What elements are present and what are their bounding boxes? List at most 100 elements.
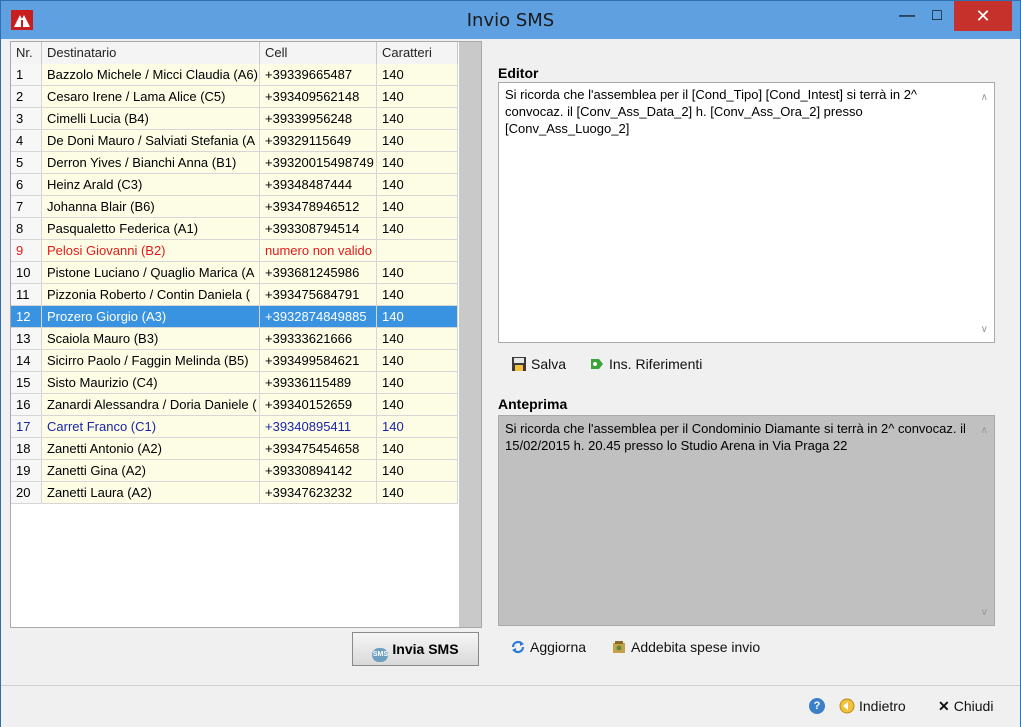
indietro-button[interactable]: Indietro [839,695,906,717]
window-close-button[interactable]: ✕ [954,1,1012,31]
dialog-content: Nr. Destinatario Cell Caratteri 1 Bazzolo… [1,39,1020,726]
table-row[interactable]: 7 Johanna Blair (B6) +393478946512 140 [11,196,458,218]
row-nr: 1 [11,64,42,86]
row-cell: +39340895411 [260,416,377,438]
row-nr: 15 [11,372,42,394]
row-nr: 17 [11,416,42,438]
table-row[interactable]: 11 Pizzonia Roberto / Contin Daniela (+39… [11,284,458,306]
title-bar: Invio SMS — □ ✕ [1,1,1020,39]
row-caratteri: 140 [377,174,458,196]
editor-label: Editor [498,65,539,81]
table-row[interactable]: 12 Prozero Giorgio (A3) +3932874849885 140 [11,306,458,328]
grid-header: Nr. Destinatario Cell Caratteri [11,42,458,65]
row-destinatario: Zanetti Laura (A2) [42,482,260,504]
maximize-button[interactable]: □ [915,1,959,31]
row-destinatario: Derron Yives / Bianchi Anna (B1) [42,152,260,174]
table-row[interactable]: 15 Sisto Maurizio (C4) +39336115489 140 [11,372,458,394]
preview-scroll-down-icon[interactable]: ∨ [981,604,988,621]
table-row[interactable]: 1 Bazzolo Michele / Micci Claudia (A6) +39… [11,64,458,86]
scroll-down-icon[interactable]: ∨ [981,321,988,338]
row-destinatario: Pizzonia Roberto / Contin Daniela ( [42,284,260,306]
row-destinatario: Bazzolo Michele / Micci Claudia (A6) [42,64,260,86]
row-nr: 6 [11,174,42,196]
table-row[interactable]: 2 Cesaro Irene / Lama Alice (C5) +39340956… [11,86,458,108]
table-row[interactable]: 10 Pistone Luciano / Quaglio Marica (A +39… [11,262,458,284]
row-caratteri: 140 [377,482,458,504]
row-destinatario: Pasqualetto Federica (A1) [42,218,260,240]
sms-icon: SMS [372,648,389,662]
close-icon: ✕ [938,698,950,714]
table-row[interactable]: 16 Zanardi Alessandra / Doria Daniele (+3… [11,394,458,416]
row-destinatario: Zanetti Gina (A2) [42,460,260,482]
row-caratteri: 140 [377,108,458,130]
addebita-button[interactable]: Addebita spese invio [611,636,760,658]
row-destinatario: Prozero Giorgio (A3) [42,306,260,328]
row-destinatario: Johanna Blair (B6) [42,196,260,218]
row-caratteri: 140 [377,372,458,394]
table-row[interactable]: 14 Sicirro Paolo / Faggin Melinda (B5) +39… [11,350,458,372]
sms-dialog-window: Invio SMS — □ ✕ Nr. Destinatario Cell Ca… [0,0,1021,727]
table-row[interactable]: 6 Heinz Arald (C3) +39348487444 140 [11,174,458,196]
row-nr: 4 [11,130,42,152]
row-cell: +393475454658 [260,438,377,460]
row-caratteri: 140 [377,262,458,284]
preview-box: Si ricorda che l'assemblea per il Condom… [498,415,995,626]
row-nr: 7 [11,196,42,218]
header-nr[interactable]: Nr. [11,42,42,64]
row-caratteri: 140 [377,350,458,372]
row-caratteri: 140 [377,460,458,482]
help-icon: ? [809,698,825,714]
row-nr: 12 [11,306,42,328]
row-nr: 9 [11,240,42,262]
row-cell: +39340152659 [260,394,377,416]
chiudi-button[interactable]: ✕ Chiudi [938,695,993,717]
table-row[interactable]: 3 Cimelli Lucia (B4) +39339956248 140 [11,108,458,130]
row-caratteri [377,240,458,262]
row-destinatario: Cesaro Irene / Lama Alice (C5) [42,86,260,108]
table-row[interactable]: 17 Carret Franco (C1) +39340895411 140 [11,416,458,438]
row-nr: 5 [11,152,42,174]
table-row[interactable]: 4 De Doni Mauro / Salviati Stefania (A +39… [11,130,458,152]
row-cell: +393409562148 [260,86,377,108]
row-nr: 3 [11,108,42,130]
row-nr: 19 [11,460,42,482]
row-caratteri: 140 [377,130,458,152]
row-caratteri: 140 [377,284,458,306]
row-cell: +393681245986 [260,262,377,284]
row-nr: 18 [11,438,42,460]
row-destinatario: Carret Franco (C1) [42,416,260,438]
table-row[interactable]: 13 Scaiola Mauro (B3) +39333621666 140 [11,328,458,350]
header-cell[interactable]: Cell [260,42,377,64]
table-row[interactable]: 8 Pasqualetto Federica (A1) +393308794514 1… [11,218,458,240]
row-destinatario: Zanetti Antonio (A2) [42,438,260,460]
invia-sms-button[interactable]: SMS Invia SMS [352,632,479,666]
back-icon [839,698,855,714]
preview-text: Si ricorda che l'assemblea per il Condom… [505,421,966,453]
salva-button[interactable]: Salva [511,353,566,375]
save-icon [511,356,527,372]
row-nr: 11 [11,284,42,306]
table-row[interactable]: 5 Derron Yives / Bianchi Anna (B1) +393200… [11,152,458,174]
row-cell: +39339665487 [260,64,377,86]
row-nr: 2 [11,86,42,108]
table-row[interactable]: 20 Zanetti Laura (A2) +39347623232 140 [11,482,458,504]
ins-riferimenti-button[interactable]: Ins. Riferimenti [589,353,702,375]
table-row[interactable]: 19 Zanetti Gina (A2) +39330894142 140 [11,460,458,482]
row-cell: numero non valido [260,240,377,262]
editor-textarea[interactable]: Si ricorda che l'assemblea per il [Cond_… [498,82,995,343]
header-destinatario[interactable]: Destinatario [42,42,260,64]
row-destinatario: Scaiola Mauro (B3) [42,328,260,350]
scroll-up-icon[interactable]: ∧ [981,89,988,106]
row-caratteri: 140 [377,64,458,86]
help-button[interactable]: ? [809,695,825,717]
aggiorna-label: Aggiorna [530,639,587,655]
grid-scrollbar[interactable] [459,42,481,627]
header-caratteri[interactable]: Caratteri [377,42,458,64]
table-row[interactable]: 18 Zanetti Antonio (A2) +393475454658 140 [11,438,458,460]
row-nr: 8 [11,218,42,240]
row-cell: +39333621666 [260,328,377,350]
table-row[interactable]: 9 Pelosi Giovanni (B2) numero non valido [11,240,458,262]
preview-scroll-up-icon[interactable]: ∧ [981,422,988,439]
aggiorna-button[interactable]: Aggiorna [510,636,586,658]
recipients-grid[interactable]: Nr. Destinatario Cell Caratteri 1 Bazzolo… [10,41,482,628]
